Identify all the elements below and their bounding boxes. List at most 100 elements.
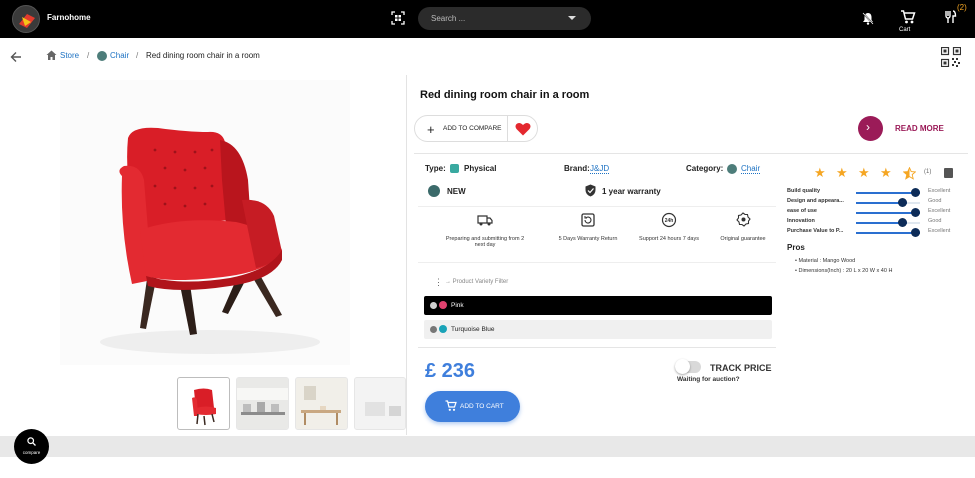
track-price-label: TRACK PRICE: [710, 363, 772, 373]
chair-category-icon: [727, 164, 737, 174]
divider: [414, 153, 968, 154]
metric-slider: [856, 198, 920, 207]
physical-type-icon: [450, 164, 459, 173]
metric-value: Excellent: [928, 208, 951, 214]
variant-option-turquoise[interactable]: Turquoise Blue: [424, 320, 772, 339]
star-icon[interactable]: ★: [880, 166, 892, 180]
product-specs: Type: Physical Brand: J&JD Category: Cha…: [418, 156, 776, 346]
chevron-right-icon: ›: [866, 120, 870, 134]
add-to-cart-button[interactable]: ADD TO CART: [425, 391, 520, 422]
read-more-button[interactable]: ›: [858, 116, 883, 141]
shop-name[interactable]: Farnohome: [47, 13, 91, 22]
metric-row: ease of use Excellent: [787, 208, 967, 218]
metric-knob: [898, 218, 908, 227]
home-icon[interactable]: [46, 50, 57, 61]
breadcrumb-store[interactable]: Store: [60, 51, 79, 60]
metric-label: Build quality: [787, 188, 820, 194]
notification-off-icon[interactable]: [862, 12, 874, 25]
feature-text: Preparing and submitting from 2 next day: [445, 236, 525, 248]
thumb-dining-room-image: [237, 378, 288, 429]
heart-icon[interactable]: [515, 122, 531, 136]
star-icon[interactable]: ★: [814, 166, 826, 180]
search-input[interactable]: Search ...: [431, 14, 465, 23]
cart-label: Cart: [899, 27, 911, 33]
thumbnail-4[interactable]: [354, 377, 406, 430]
shop-logo[interactable]: [12, 5, 40, 33]
pros-title: Pros: [787, 243, 805, 252]
variant-option-pink[interactable]: Pink: [424, 296, 772, 315]
brand-link[interactable]: J&JD: [590, 164, 610, 174]
star-icon[interactable]: ★: [858, 166, 870, 180]
breadcrumb: Store / Chair / Red dining room chair in…: [0, 46, 975, 68]
metric-label: ease of use: [787, 208, 817, 214]
half-star-icon[interactable]: [903, 167, 916, 180]
toggle-knob[interactable]: [675, 359, 690, 374]
metric-label: Purchase Value to P...: [787, 228, 844, 234]
star-icon[interactable]: ★: [836, 166, 848, 180]
compare-fab-label: compare: [22, 450, 41, 455]
original-guarantee-icon: [736, 212, 751, 227]
palette-icon: [430, 302, 437, 309]
breadcrumb-chair[interactable]: Chair: [110, 51, 129, 60]
variant-label: Turquoise Blue: [451, 326, 495, 333]
add-to-cart-label: ADD TO CART: [460, 403, 504, 410]
brand-label: Brand:: [564, 164, 590, 173]
metric-value: Excellent: [928, 228, 951, 234]
search-icon: [27, 437, 36, 446]
delivery-truck-icon: [477, 215, 493, 226]
feature-original: Original guarantee: [698, 212, 788, 242]
divider: [418, 347, 776, 348]
compare-fab-button[interactable]: compare: [14, 429, 49, 464]
chair-category-icon: [97, 51, 107, 61]
palette-icon: [430, 326, 437, 333]
divider: [418, 206, 776, 207]
metric-knob: [911, 208, 920, 217]
category-link[interactable]: Chair: [741, 164, 761, 174]
chevron-down-icon[interactable]: [568, 16, 576, 20]
read-more-link[interactable]: READ MORE: [895, 124, 944, 133]
pro-item-text: Dimensions(Inch) : 20 L x 20 W x 40 H: [798, 268, 893, 274]
cart-button[interactable]: Cart: [899, 10, 916, 36]
shield-check-icon: [585, 184, 596, 197]
red-chair-image: [100, 127, 320, 354]
rating-row: ★ ★ ★ ★ (1): [814, 166, 964, 180]
metric-slider: [856, 208, 920, 217]
rating-count: (1): [924, 169, 932, 175]
review-doc-icon[interactable]: [944, 168, 953, 178]
add-compare-button[interactable]: +: [427, 122, 435, 137]
metric-value: Good: [928, 218, 942, 224]
cart-icon: [445, 400, 457, 411]
thumb-white-room-image: [355, 378, 405, 429]
waiting-auction-link[interactable]: Waiting for auction?: [677, 376, 740, 383]
arrow-back-icon[interactable]: [10, 51, 22, 63]
compare-favorite-group: + ADD TO COMPARE: [414, 115, 538, 142]
product-price: £ 236: [425, 360, 476, 382]
qr-scan-icon[interactable]: [391, 11, 405, 25]
category-label: Category:: [686, 164, 724, 173]
pro-item-text: Material : Mango Wood: [798, 258, 856, 264]
more-vert-icon[interactable]: ⋮: [434, 277, 443, 288]
type-label: Type:: [425, 164, 446, 173]
product-main-image[interactable]: [60, 80, 350, 365]
thumbnail-1[interactable]: [177, 377, 230, 430]
type-value: Physical: [464, 164, 497, 173]
qr-code-icon[interactable]: [941, 47, 961, 67]
condition-label: NEW: [447, 187, 466, 196]
add-to-compare-label[interactable]: ADD TO COMPARE: [443, 125, 502, 132]
compare-icon[interactable]: [943, 10, 957, 24]
top-navbar: Farnohome Search ... Cart (2): [0, 0, 975, 38]
warranty-return-icon: [581, 213, 595, 227]
feature-warranty-return: 5 Days Warranty Return: [543, 212, 633, 242]
track-price-toggle[interactable]: [675, 359, 701, 374]
thumbnail-3[interactable]: [295, 377, 348, 430]
metric-knob: [911, 188, 920, 197]
vertical-divider: [406, 75, 407, 435]
search-bar[interactable]: Search ...: [418, 7, 591, 30]
metric-value: Good: [928, 198, 942, 204]
product-variety-filter[interactable]: → Product Variety Filter: [445, 279, 508, 285]
thumbnail-2[interactable]: [236, 377, 289, 430]
metric-value: Excellent: [928, 188, 951, 194]
metric-knob: [898, 198, 908, 207]
warranty-label: 1 year warranty: [602, 187, 661, 196]
button-separator: [507, 116, 508, 141]
